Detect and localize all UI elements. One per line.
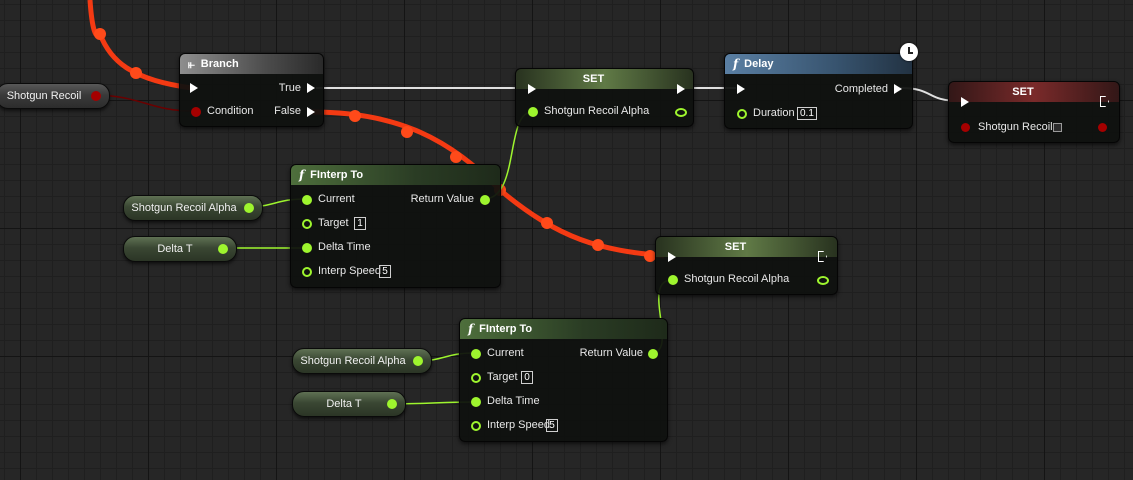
target-input-pin[interactable]	[471, 373, 481, 383]
current-label: Current	[318, 193, 355, 205]
float-output-pin[interactable]	[817, 276, 829, 285]
recoil-alpha-getter-bottom[interactable]: Shotgun Recoil Alpha	[292, 348, 432, 374]
completed-exec-output-pin[interactable]	[894, 84, 902, 94]
set-shotgun-recoil-node[interactable]: SET Shotgun Recoil	[948, 81, 1120, 143]
pin-label: Shotgun Recoil	[978, 121, 1053, 133]
getter-label: Shotgun Recoil Alpha	[300, 355, 406, 367]
float-output-pin[interactable]	[413, 356, 423, 366]
bool-value-checkbox[interactable]	[1053, 123, 1062, 132]
wire-exec-active-in	[87, 0, 193, 91]
return-value-output-pin[interactable]	[648, 349, 658, 359]
delay-header: f Delay	[725, 54, 912, 74]
true-exec-output-pin[interactable]	[307, 83, 315, 93]
pin-label: Shotgun Recoil Alpha	[684, 273, 790, 285]
interp-speed-input-pin[interactable]	[471, 421, 481, 431]
exec-input-pin[interactable]	[961, 97, 969, 107]
completed-label: Completed	[834, 83, 888, 95]
shotgun-recoil-getter[interactable]: Shotgun Recoil	[0, 83, 110, 109]
delta-time-label: Delta Time	[318, 241, 371, 253]
getter-label: Delta T	[157, 243, 193, 255]
return-value-output-pin[interactable]	[480, 195, 490, 205]
float-input-pin[interactable]	[668, 275, 678, 285]
getter-label: Shotgun Recoil	[6, 90, 82, 102]
exec-input-pin[interactable]	[668, 252, 676, 262]
finterp-to-node-bottom[interactable]: f FInterp To Current Return Value Target…	[459, 318, 668, 442]
delay-node[interactable]: f Delay Completed Duration 0.1	[724, 53, 913, 129]
delta-t-getter-top[interactable]: Delta T	[123, 236, 237, 262]
false-exec-output-pin[interactable]	[307, 107, 315, 117]
exec-input-pin[interactable]	[737, 84, 745, 94]
branch-icon: ⫦	[188, 56, 195, 71]
duration-input-pin[interactable]	[737, 109, 747, 119]
interp-speed-value-box[interactable]: 5	[379, 265, 391, 278]
set-recoil-alpha-node-top[interactable]: SET Shotgun Recoil Alpha	[515, 68, 694, 127]
finterp-title: FInterp To	[310, 169, 364, 181]
interp-speed-label: Interp Speed	[487, 419, 550, 431]
recoil-alpha-getter-top[interactable]: Shotgun Recoil Alpha	[123, 195, 263, 221]
getter-label: Shotgun Recoil Alpha	[131, 202, 237, 214]
function-icon: f	[733, 57, 739, 71]
finterp-header: f FInterp To	[291, 165, 500, 185]
interp-speed-value-box[interactable]: 5	[546, 419, 558, 432]
set-title: SET	[1012, 86, 1034, 98]
delay-title: Delay	[744, 58, 774, 70]
finterp-to-node-top[interactable]: f FInterp To Current Return Value Target…	[290, 164, 501, 288]
exec-input-pin[interactable]	[528, 84, 536, 94]
return-value-label: Return Value	[410, 193, 474, 205]
true-label: True	[278, 82, 301, 94]
delta-time-label: Delta Time	[487, 395, 540, 407]
duration-value-box[interactable]: 0.1	[797, 107, 817, 120]
set-header: SET	[949, 82, 1119, 102]
pin-label: Shotgun Recoil Alpha	[544, 105, 650, 117]
bool-output-pin[interactable]	[1098, 123, 1107, 132]
condition-input-pin[interactable]	[191, 107, 201, 117]
interp-speed-label: Interp Speed	[318, 265, 381, 277]
set-title: SET	[724, 241, 747, 253]
float-output-pin[interactable]	[387, 399, 397, 409]
current-input-pin[interactable]	[302, 195, 312, 205]
target-input-pin[interactable]	[302, 219, 312, 229]
condition-label: Condition	[207, 105, 254, 117]
interp-speed-input-pin[interactable]	[302, 267, 312, 277]
target-label: Target	[318, 217, 349, 229]
finterp-title: FInterp To	[479, 323, 533, 335]
target-value-box[interactable]: 1	[354, 217, 366, 230]
branch-header: ⫦ Branch	[180, 54, 323, 74]
float-output-pin[interactable]	[244, 203, 254, 213]
set-recoil-alpha-node-bottom[interactable]: SET Shotgun Recoil Alpha	[655, 236, 838, 295]
return-value-label: Return Value	[579, 347, 643, 359]
finterp-header: f FInterp To	[460, 319, 667, 339]
exec-output-pin[interactable]	[677, 84, 685, 94]
set-header: SET	[516, 69, 693, 89]
branch-node[interactable]: ⫦ Branch True Condition False	[179, 53, 324, 127]
duration-label: Duration	[753, 107, 795, 119]
current-input-pin[interactable]	[471, 349, 481, 359]
bool-input-pin[interactable]	[961, 123, 970, 132]
function-icon: f	[468, 322, 474, 336]
set-header: SET	[656, 237, 837, 257]
function-icon: f	[299, 168, 305, 182]
float-output-pin[interactable]	[218, 244, 228, 254]
false-label: False	[274, 105, 301, 117]
target-label: Target	[487, 371, 518, 383]
bool-output-pin[interactable]	[91, 91, 101, 101]
latent-clock-icon	[900, 43, 918, 61]
set-title: SET	[582, 73, 605, 85]
delta-time-input-pin[interactable]	[302, 243, 312, 253]
delta-time-input-pin[interactable]	[471, 397, 481, 407]
getter-label: Delta T	[326, 398, 362, 410]
exec-input-pin[interactable]	[190, 83, 198, 93]
float-output-pin[interactable]	[675, 108, 687, 117]
delta-t-getter-bottom[interactable]: Delta T	[292, 391, 406, 417]
current-label: Current	[487, 347, 524, 359]
float-input-pin[interactable]	[528, 107, 538, 117]
target-value-box[interactable]: 0	[521, 371, 533, 384]
branch-title: Branch	[200, 58, 239, 70]
